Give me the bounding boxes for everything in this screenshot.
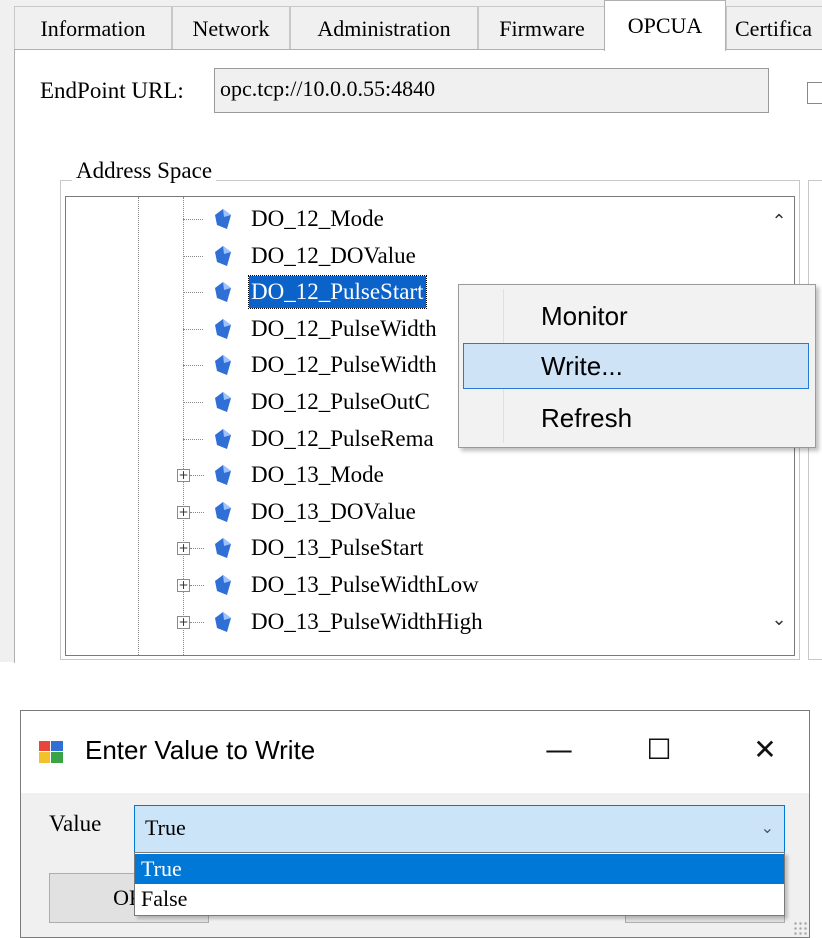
combo-selected-value: True <box>145 815 186 840</box>
maximize-icon[interactable]: ☐ <box>629 727 689 773</box>
tree-node[interactable]: + DO_13_DOValue <box>66 494 794 530</box>
tab-firmware[interactable]: Firmware <box>478 6 606 50</box>
variable-node-icon <box>215 245 231 266</box>
tree-node[interactable]: DO_12_Mode <box>66 201 794 237</box>
tree-connector <box>183 328 203 330</box>
tree-node-label: DO_12_PulseWidth <box>251 352 437 378</box>
tree-node-label: DO_12_PulseOutC <box>251 389 430 414</box>
variable-node-icon <box>215 465 231 486</box>
tree-connector <box>190 585 204 586</box>
variable-node-icon <box>215 538 231 559</box>
chevron-down-icon[interactable]: ⌄ <box>761 806 774 850</box>
tree-node-label: DO_13_PulseWidthHigh <box>251 608 483 634</box>
variable-node-icon <box>215 501 231 522</box>
resize-grip-icon[interactable] <box>793 921 807 935</box>
tree-node-label: DO_13_PulseWidthLow <box>251 572 479 597</box>
dialog-title: Enter Value to Write <box>85 735 316 765</box>
endpoint-url-label: EndPoint URL: <box>40 78 184 103</box>
variable-node-icon <box>215 392 231 412</box>
tree-connector <box>183 292 203 294</box>
endpoint-url-field[interactable]: opc.tcp://10.0.0.55:4840 <box>214 68 769 113</box>
tree-node-label: DO_13_PulseStart <box>251 535 424 561</box>
app-icon <box>39 741 63 763</box>
expand-plus-icon[interactable]: + <box>177 505 190 519</box>
expand-plus-icon[interactable]: + <box>177 579 190 592</box>
tree-node-label: DO_13_DOValue <box>251 498 416 524</box>
menu-item-write[interactable]: Write... <box>463 343 809 389</box>
tree-connector <box>190 475 204 477</box>
close-icon[interactable]: ✕ <box>735 727 795 773</box>
tree-connector <box>190 511 204 513</box>
context-menu: Monitor Write... Refresh <box>458 284 816 448</box>
expand-plus-icon[interactable]: + <box>177 469 190 483</box>
value-combobox[interactable]: True ⌄ <box>134 805 785 853</box>
tree-node-label: DO_12_Mode <box>251 206 384 231</box>
tree-connector <box>190 548 204 550</box>
write-value-dialog: Enter Value to Write — ☐ ✕ Value OK True… <box>20 710 810 938</box>
minimize-icon[interactable]: — <box>529 727 589 773</box>
expand-plus-icon[interactable]: + <box>177 615 190 629</box>
tree-connector <box>183 365 203 367</box>
tree-node[interactable]: + DO_13_PulseWidthLow <box>66 567 794 603</box>
tree-connector <box>183 255 203 257</box>
tab-opcua[interactable]: OPCUA <box>604 0 726 51</box>
tree-node-label: DO_12_PulseRema <box>251 425 434 451</box>
tree-connector <box>183 438 203 440</box>
scroll-up-icon[interactable]: ⌃ <box>764 211 794 232</box>
option-true[interactable]: True <box>135 854 784 884</box>
option-checkbox[interactable] <box>807 82 822 104</box>
address-space-title: Address Space <box>72 158 217 184</box>
tree-node-label: DO_12_PulseStart <box>248 275 427 310</box>
tab-strip: Information Network Administration Firmw… <box>0 0 822 51</box>
option-false[interactable]: False <box>135 884 784 914</box>
tree-node[interactable]: + DO_13_PulseStart <box>66 530 794 566</box>
tree-node[interactable]: DO_12_DOValue <box>66 238 794 274</box>
menu-item-refresh[interactable]: Refresh <box>463 395 809 441</box>
variable-node-icon <box>215 282 231 303</box>
scroll-down-icon[interactable]: ⌄ <box>764 609 794 630</box>
tree-connector <box>190 621 204 623</box>
expand-plus-icon[interactable]: + <box>177 542 190 556</box>
opcua-config-window: Information Network Administration Firmw… <box>0 0 822 663</box>
tree-node[interactable]: + DO_13_PulseWidthHigh <box>66 604 794 640</box>
variable-node-icon <box>215 355 231 376</box>
variable-node-icon <box>215 209 231 229</box>
tree-connector <box>183 402 203 403</box>
variable-node-icon <box>215 318 231 339</box>
tree-node[interactable]: + DO_13_Mode <box>66 457 794 493</box>
value-label: Value <box>49 811 102 836</box>
tab-information[interactable]: Information <box>14 6 172 50</box>
tree-node-label: DO_12_PulseWidth <box>251 315 437 341</box>
tree-connector <box>183 219 203 220</box>
value-dropdown-list: True False <box>134 852 785 916</box>
tree-node-label: DO_13_Mode <box>251 462 384 488</box>
dialog-titlebar: Enter Value to Write — ☐ ✕ <box>21 711 809 793</box>
tree-node-label: DO_12_DOValue <box>251 242 416 268</box>
menu-item-monitor[interactable]: Monitor <box>463 293 809 339</box>
variable-node-icon <box>215 575 231 595</box>
tab-network[interactable]: Network <box>172 6 290 50</box>
variable-node-icon <box>215 428 231 449</box>
tab-certificate[interactable]: Certifica <box>726 6 822 50</box>
tab-administration[interactable]: Administration <box>290 6 478 50</box>
variable-node-icon <box>215 611 231 632</box>
